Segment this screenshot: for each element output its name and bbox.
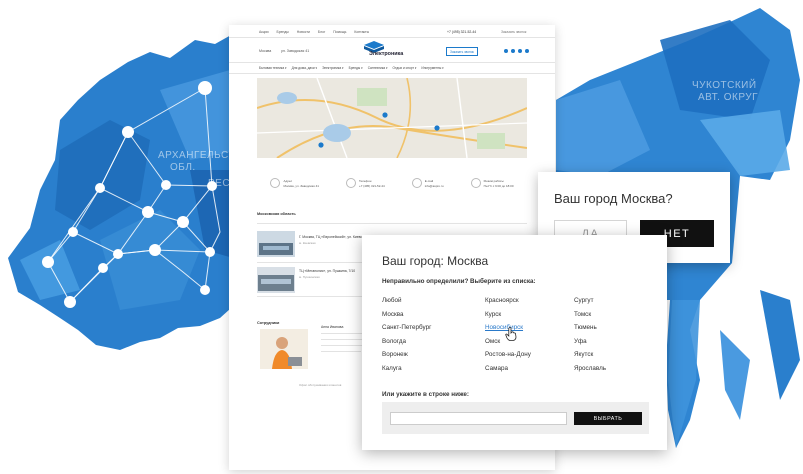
city-link[interactable]: Тюмень	[574, 324, 606, 338]
catalog-menu-item[interactable]: Для дома, дачи ▾	[292, 66, 318, 70]
site-address: ул. Заводская 41	[281, 49, 310, 53]
city-link[interactable]: Уфа	[574, 338, 606, 352]
section-title: Московская область	[257, 212, 296, 216]
staff-photo	[260, 329, 308, 369]
catalog-menu-item[interactable]: Инструменты ▾	[421, 66, 443, 70]
city-link[interactable]: Вологда	[382, 338, 431, 352]
site-phone[interactable]: +7 (495) 321-52-44	[447, 30, 476, 34]
top-nav-item[interactable]: Помощь	[333, 30, 346, 34]
social-icon[interactable]	[518, 49, 522, 53]
contact-address: Адрес Москва, ул. Заводская 41	[270, 178, 319, 188]
city-link[interactable]: Красноярск	[485, 297, 531, 311]
manual-entry-label: Или укажите в строке ниже:	[382, 391, 469, 398]
city-dialog-title: Ваш город: Москва	[382, 254, 489, 268]
contacts-row: Адрес Москва, ул. Заводская 41 Телефон +7 …	[257, 173, 527, 193]
city-link[interactable]: Сургут	[574, 297, 606, 311]
store-metro: м. Пушкинская	[299, 275, 320, 279]
clock-icon	[470, 178, 481, 188]
location-map[interactable]	[257, 78, 527, 158]
city-link[interactable]: Курск	[485, 311, 531, 325]
catalog-menu-item[interactable]: Бытовая техника ▾	[259, 66, 287, 70]
footer-note: Офис обслуживания клиентов	[299, 383, 342, 387]
address-icon	[270, 178, 281, 188]
city-column: Любой Москва Санкт-Петербург Вологда Вор…	[382, 297, 431, 378]
city-link[interactable]: Якутск	[574, 351, 606, 365]
catalog-menu-item[interactable]: Электроника ▾	[322, 66, 344, 70]
top-nav-item[interactable]: Новости	[297, 30, 310, 34]
store-name[interactable]: ТЦ «Мегаполис», ул. Пушкина, 7/10	[299, 269, 355, 273]
city-select-dialog: Ваш город: Москва Неправильно определили…	[362, 235, 667, 450]
city-link[interactable]: Ярославль	[574, 365, 606, 379]
phone-icon	[345, 178, 356, 188]
confirm-title: Ваш город Москва?	[554, 191, 673, 206]
catalog-menu-item[interactable]: Бренды ▾	[349, 66, 363, 70]
city-link[interactable]: Любой	[382, 297, 431, 311]
city-search-input[interactable]	[390, 412, 567, 425]
site-callback-link[interactable]: Заказать звонок	[501, 30, 526, 34]
city-link[interactable]: Калуга	[382, 365, 431, 379]
social-icon[interactable]	[511, 49, 515, 53]
staff-title: Сотрудники	[257, 321, 280, 325]
order-call-button[interactable]: Заказать звонок	[446, 47, 478, 56]
catalog-menu: Бытовая техника ▾ Для дома, дачи ▾ Элект…	[259, 66, 444, 70]
social-icon[interactable]	[525, 49, 529, 53]
email-icon	[411, 178, 422, 188]
contact-phone: Телефон +7 (495) 321-52-44	[345, 178, 385, 188]
top-nav-item[interactable]: Бренды	[276, 30, 288, 34]
staff-name: Анна Иванова	[321, 325, 344, 329]
city-link[interactable]: Ростов-на-Дону	[485, 351, 531, 365]
map-label-obl: ОБЛ.	[170, 162, 196, 173]
catalog-menu-item[interactable]: Сантехника ▾	[368, 66, 388, 70]
logo-text: Электроника	[369, 51, 404, 57]
city-link[interactable]: Томск	[574, 311, 606, 325]
city-link[interactable]: Самара	[485, 365, 531, 379]
map-label-okrug: АВТ. ОКРУГ	[698, 92, 758, 103]
city-link[interactable]: Воронеж	[382, 351, 431, 365]
city-link[interactable]: Санкт-Петербург	[382, 324, 431, 338]
store-metro: м. Киевская	[299, 241, 316, 245]
site-city[interactable]: Москва	[259, 49, 271, 53]
city-question: Неправильно определили? Выберите из спис…	[382, 278, 536, 285]
store-name[interactable]: Г. Москва, ТЦ «Европейский», ул. Киевска…	[299, 235, 371, 239]
contact-hours: Режим работы Пн-Пт с 9:00 до 18:00	[470, 178, 514, 188]
catalog-menu-item[interactable]: Отдых и спорт ▾	[393, 66, 417, 70]
city-link[interactable]: Москва	[382, 311, 431, 325]
contact-email: E-mail info@aspro.ru	[411, 178, 444, 188]
hand-cursor-icon	[505, 327, 517, 341]
map-label-chukotka: ЧУКОТСКИЙ	[692, 78, 757, 91]
store-photo[interactable]	[257, 231, 295, 257]
city-column: Сургут Томск Тюмень Уфа Якутск Ярославль	[574, 297, 606, 378]
top-nav-item[interactable]: Блог	[318, 30, 325, 34]
top-nav: Акции Бренды Новости Блог Помощь Контакт…	[259, 30, 369, 34]
social-icon[interactable]	[504, 49, 508, 53]
select-city-button[interactable]: ВЫБРАТЬ	[574, 412, 642, 425]
top-nav-item[interactable]: Контакты	[354, 30, 369, 34]
top-nav-item[interactable]: Акции	[259, 30, 268, 34]
store-photo[interactable]	[257, 267, 295, 293]
